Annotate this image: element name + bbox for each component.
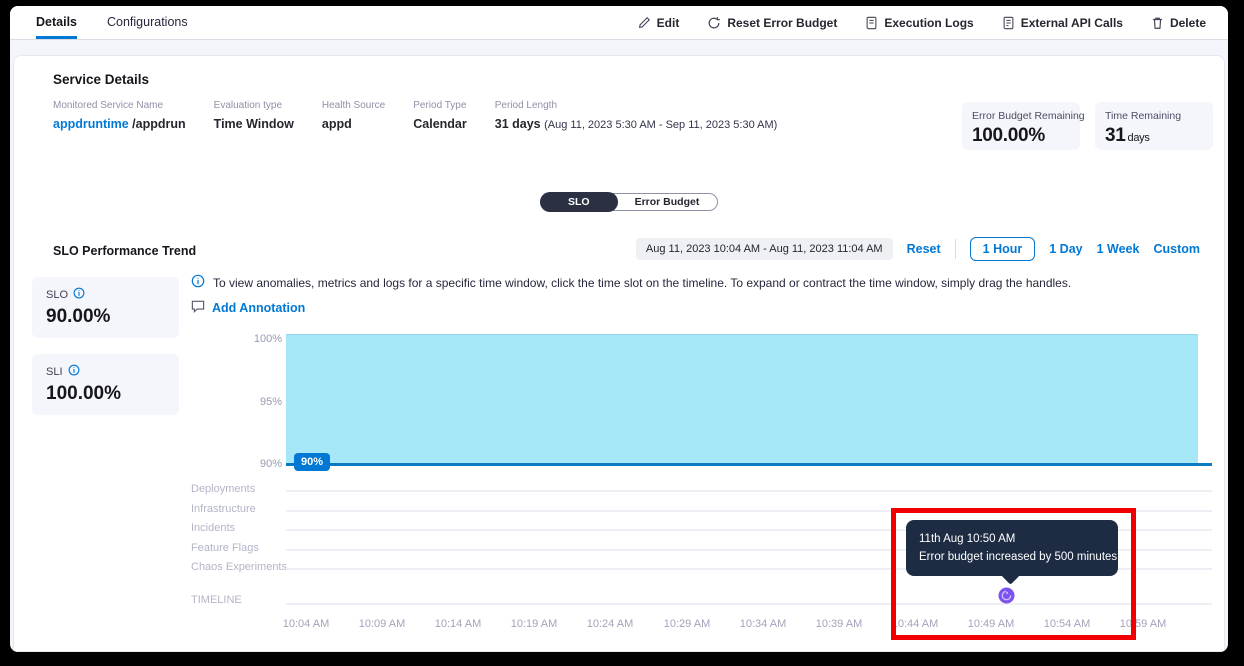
divider	[955, 239, 956, 259]
sli-info-icon[interactable]	[68, 364, 80, 379]
pencil-icon	[638, 16, 651, 29]
timeline-hint: To view anomalies, metrics and logs for …	[191, 274, 1071, 291]
details-panel: Service Details Monitored Service Name a…	[13, 55, 1225, 652]
ytick-100: 100%	[226, 333, 282, 345]
reset-link[interactable]: Reset	[907, 242, 941, 256]
track-line	[286, 510, 1212, 512]
app-window: Details Configurations Edit Reset Error …	[10, 6, 1228, 652]
tooltip-time: 11th Aug 10:50 AM	[919, 530, 1105, 548]
tooltip-text: Error budget increased by 500 minutes	[919, 548, 1105, 566]
track-label-feature-flags: Feature Flags	[191, 542, 259, 554]
field-monitored-service-name: Monitored Service Name appdruntime /appd…	[53, 100, 186, 131]
range-1-hour-button[interactable]: 1 Hour	[970, 237, 1036, 261]
field-health-source: Health Source appd	[322, 100, 385, 131]
field-period-type: Period Type Calendar	[413, 100, 467, 131]
tabs: Details Configurations	[10, 6, 188, 39]
reset-icon	[707, 16, 721, 30]
xtick: 10:49 AM	[959, 618, 1023, 630]
xtick: 10:39 AM	[807, 618, 871, 630]
range-custom-button[interactable]: Custom	[1153, 242, 1200, 256]
slo-info-icon[interactable]	[73, 287, 85, 302]
tooltip-caret	[1001, 566, 1019, 584]
track-label-chaos-experiments: Chaos Experiments	[191, 561, 287, 573]
slo-target-line	[286, 463, 1212, 466]
timeline-line[interactable]	[286, 603, 1212, 605]
xtick: 10:09 AM	[350, 618, 414, 630]
xtick: 10:44 AM	[883, 618, 947, 630]
service-details-fields: Monitored Service Name appdruntime /appd…	[53, 100, 777, 131]
execution-logs-button[interactable]: Execution Logs	[865, 16, 973, 30]
xtick: 10:54 AM	[1035, 618, 1099, 630]
document-icon	[865, 16, 878, 30]
api-document-icon	[1002, 16, 1015, 30]
trash-icon	[1151, 16, 1164, 30]
ytick-90: 90%	[226, 458, 282, 470]
xtick: 10:14 AM	[426, 618, 490, 630]
xtick: 10:04 AM	[274, 618, 338, 630]
trend-controls: Aug 11, 2023 10:04 AM - Aug 11, 2023 11:…	[636, 237, 1200, 261]
info-icon	[191, 274, 205, 291]
annotation-marker-icon[interactable]	[998, 587, 1015, 604]
slo-target-badge: 90%	[294, 453, 330, 471]
sli-card: SLI 100.00%	[32, 354, 179, 415]
timeline-label: TIMELINE	[191, 594, 242, 606]
error-budget-remaining-card: Error Budget Remaining 100.00%	[962, 102, 1080, 150]
xtick: 10:24 AM	[578, 618, 642, 630]
edit-button[interactable]: Edit	[638, 16, 680, 30]
xtick: 10:29 AM	[655, 618, 719, 630]
field-evaluation-type: Evaluation type Time Window	[214, 100, 294, 131]
slo-errorbudget-toggle: SLO Error Budget	[540, 193, 718, 211]
sli-area-series[interactable]	[286, 334, 1198, 463]
annotation-tooltip: 11th Aug 10:50 AM Error budget increased…	[906, 520, 1118, 576]
service-details-title: Service Details	[53, 72, 149, 87]
external-api-calls-button[interactable]: External API Calls	[1002, 16, 1123, 30]
monitored-service-link[interactable]: appdruntime	[53, 117, 129, 131]
track-line	[286, 490, 1212, 492]
top-tab-bar: Details Configurations Edit Reset Error …	[10, 6, 1228, 40]
time-remaining-card: Time Remaining 31days	[1095, 102, 1213, 150]
tab-configurations[interactable]: Configurations	[107, 6, 188, 39]
ytick-95: 95%	[226, 396, 282, 408]
track-label-deployments: Deployments	[191, 483, 255, 495]
toolbar: Edit Reset Error Budget Execution Logs E…	[638, 6, 1228, 39]
toggle-error-budget[interactable]: Error Budget	[617, 193, 718, 211]
toggle-slo[interactable]: SLO	[540, 192, 618, 212]
add-annotation-button[interactable]: Add Annotation	[191, 300, 305, 316]
trend-title: SLO Performance Trend	[53, 244, 196, 258]
reset-error-budget-button[interactable]: Reset Error Budget	[707, 16, 837, 30]
xtick: 10:19 AM	[502, 618, 566, 630]
track-label-infrastructure: Infrastructure	[191, 503, 256, 515]
field-period-length: Period Length 31 days (Aug 11, 2023 5:30…	[495, 100, 778, 131]
annotation-bubble-icon	[191, 300, 205, 316]
tab-details[interactable]: Details	[36, 6, 77, 39]
xtick: 10:34 AM	[731, 618, 795, 630]
range-1-day-button[interactable]: 1 Day	[1049, 242, 1082, 256]
range-1-week-button[interactable]: 1 Week	[1097, 242, 1140, 256]
date-range-chip[interactable]: Aug 11, 2023 10:04 AM - Aug 11, 2023 11:…	[636, 238, 893, 260]
slo-card: SLO 90.00%	[32, 277, 179, 338]
track-label-incidents: Incidents	[191, 522, 235, 534]
delete-button[interactable]: Delete	[1151, 16, 1206, 30]
xtick: 10:59 AM	[1111, 618, 1175, 630]
